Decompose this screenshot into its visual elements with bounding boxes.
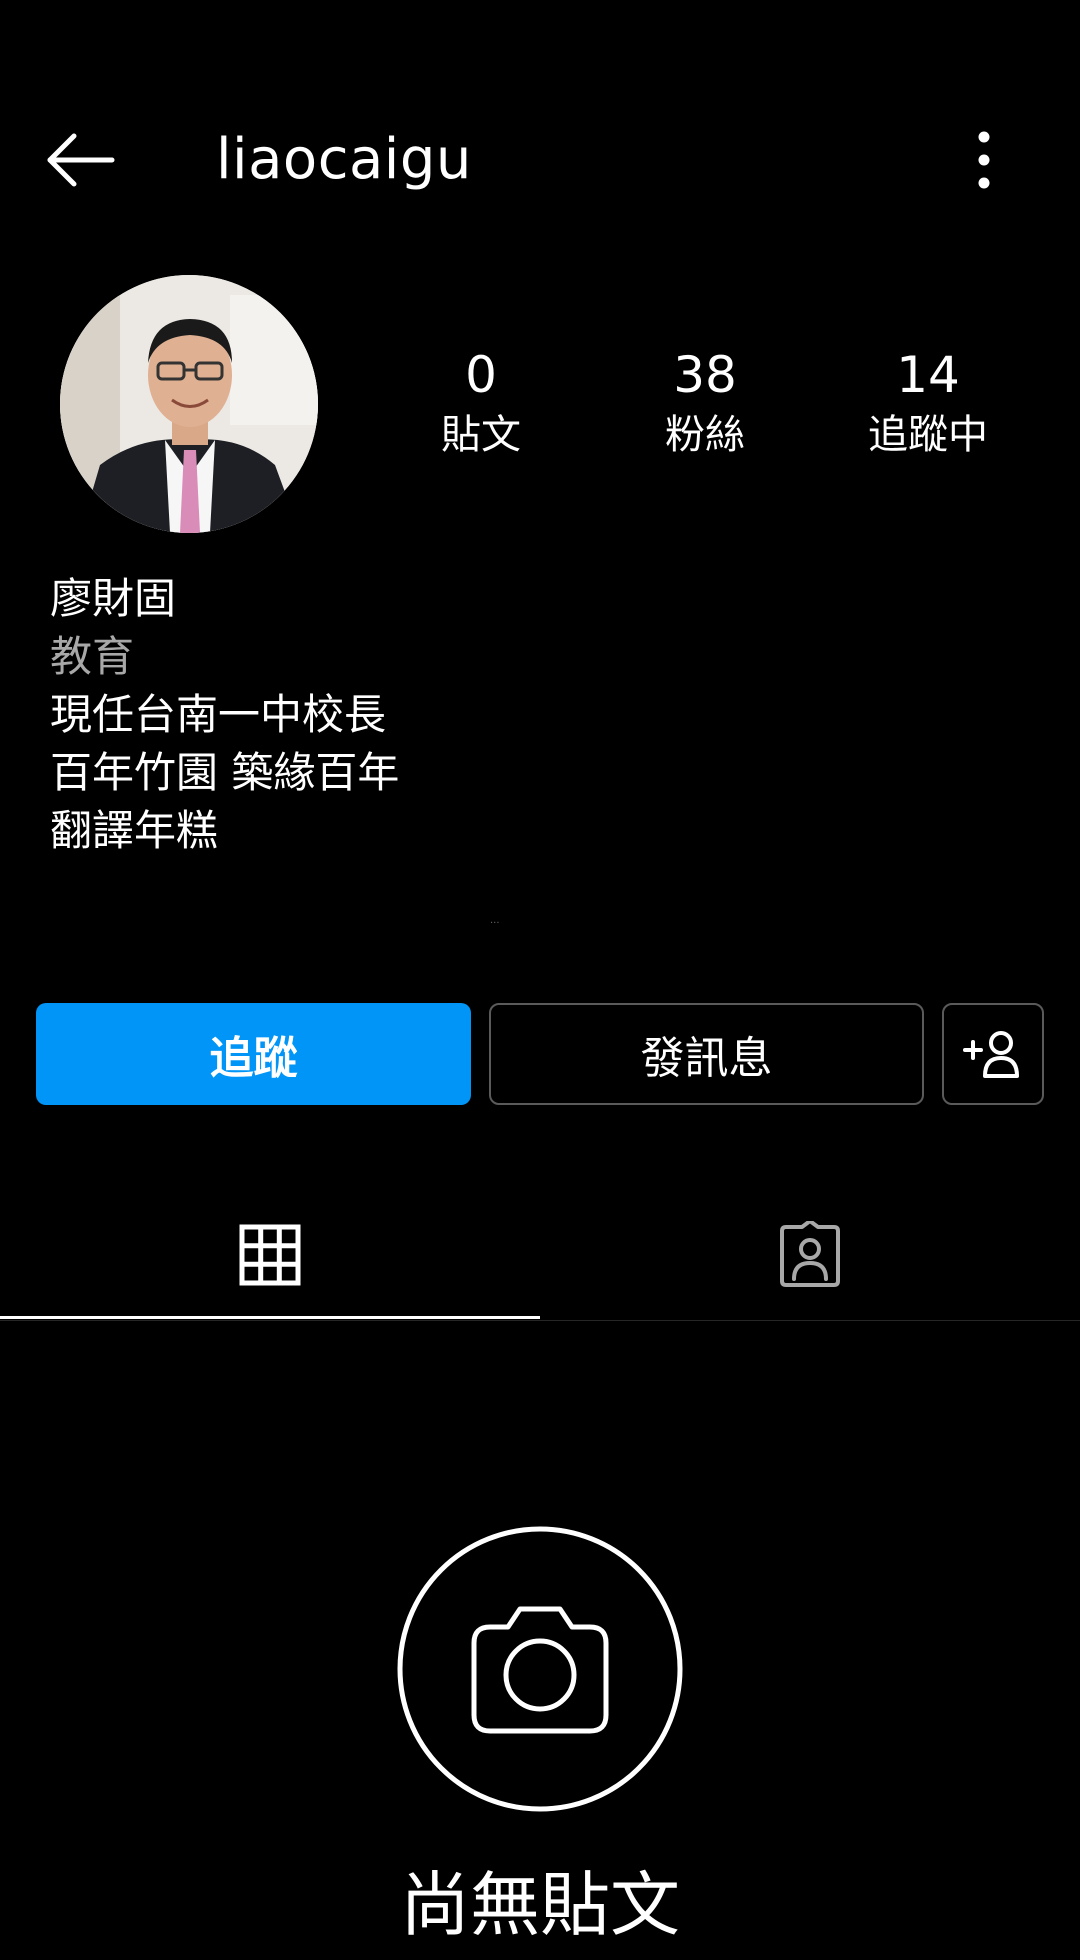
- profile-tabs: [0, 1190, 1080, 1321]
- empty-state-icon-wrapper: [396, 1525, 684, 1813]
- add-person-icon: [963, 1031, 1019, 1078]
- bio-line: 現任台南一中校長: [50, 690, 387, 739]
- back-button[interactable]: [40, 125, 120, 195]
- follow-button[interactable]: 追蹤: [36, 1003, 471, 1105]
- following-count: 14: [896, 346, 960, 404]
- posts-count: 0: [465, 346, 497, 404]
- followers-label: 粉絲: [665, 412, 745, 458]
- divider-dots: ···: [490, 918, 500, 929]
- top-bar: liaocaigu: [0, 90, 1080, 230]
- posts-label: 貼文: [441, 412, 521, 458]
- followers-count: 38: [673, 346, 737, 404]
- stat-posts[interactable]: 0 貼文: [386, 345, 576, 465]
- camera-icon: [397, 1526, 683, 1812]
- message-button[interactable]: 發訊息: [489, 1003, 924, 1105]
- arrow-left-icon: [47, 133, 115, 187]
- tab-tagged[interactable]: [540, 1190, 1080, 1320]
- stat-followers[interactable]: 38 粉絲: [610, 345, 800, 465]
- suggested-people-button[interactable]: [942, 1003, 1044, 1105]
- profile-photo: [60, 275, 318, 533]
- active-tab-indicator: [0, 1316, 540, 1319]
- bio-line: 百年竹園 築緣百年: [50, 748, 400, 797]
- stat-following[interactable]: 14 追蹤中: [833, 345, 1023, 465]
- tagged-person-icon: [780, 1221, 840, 1287]
- grid-icon: [239, 1224, 301, 1286]
- profile-bio: 廖財固 教育 現任台南一中校長 百年竹園 築緣百年 翻譯年糕: [50, 570, 950, 860]
- bio-line: 翻譯年糕: [50, 806, 219, 855]
- profile-category: 教育: [50, 632, 135, 681]
- more-vertical-icon: [978, 131, 990, 189]
- tab-posts-grid[interactable]: [0, 1190, 540, 1320]
- following-label: 追蹤中: [868, 412, 988, 458]
- profile-avatar[interactable]: [60, 275, 318, 533]
- profile-name: 廖財固: [50, 574, 177, 623]
- profile-username: liaocaigu: [216, 127, 472, 192]
- more-options-button[interactable]: [960, 120, 1008, 200]
- empty-state-text: 尚無貼文: [400, 1864, 680, 1946]
